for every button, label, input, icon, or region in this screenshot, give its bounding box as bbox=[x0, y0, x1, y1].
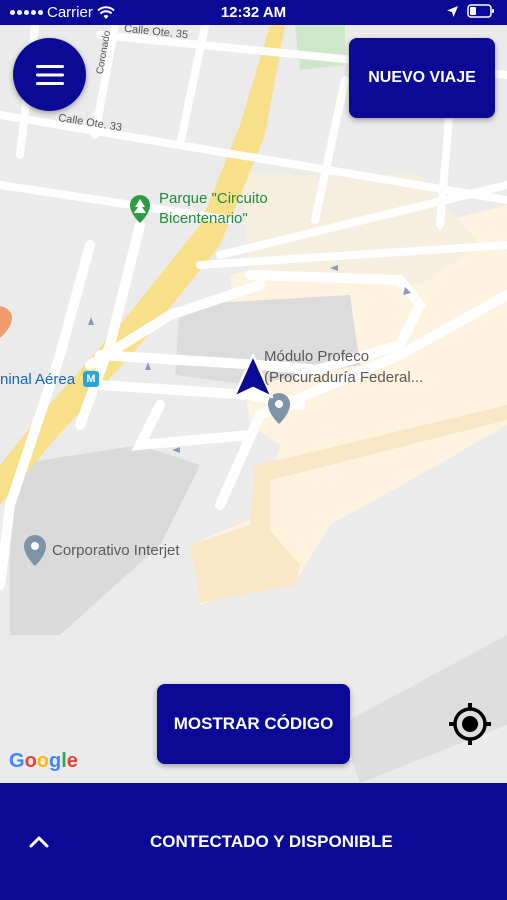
map-view[interactable]: Calle Ote. 35 Calle Ote. 33 Coronado Par… bbox=[0, 25, 507, 783]
road-arrow bbox=[145, 362, 151, 370]
locate-me-button[interactable] bbox=[446, 700, 494, 748]
status-right-group bbox=[446, 4, 495, 18]
chevron-up-icon[interactable] bbox=[28, 831, 50, 853]
clock: 12:32 AM bbox=[220, 4, 287, 21]
map-label-corporativo[interactable]: Corporativo Interjet bbox=[52, 542, 180, 559]
status-bar: Carrier 12:32 AM bbox=[0, 0, 507, 25]
google-logo-text: Google bbox=[9, 750, 78, 772]
nuevo-viaje-button[interactable]: NUEVO VIAJE bbox=[349, 38, 495, 118]
menu-button[interactable] bbox=[13, 38, 86, 111]
ramp-7 bbox=[131, 400, 255, 451]
park-area bbox=[295, 25, 345, 70]
street-vertical-4 bbox=[436, 101, 454, 229]
battery-icon bbox=[467, 4, 494, 18]
metro-icon: M bbox=[83, 371, 99, 387]
map-label-modulo-profeco-2[interactable]: (Procuraduría Federal... bbox=[264, 369, 423, 386]
road-arrow bbox=[88, 317, 94, 325]
map-label-parque[interactable]: Parque "Circuito bbox=[159, 190, 268, 207]
google-logo: Google bbox=[9, 750, 78, 773]
map-label-terminal[interactable]: ninal Aérea bbox=[0, 371, 75, 388]
map-canvas[interactable] bbox=[0, 25, 507, 783]
restaurant-pin-icon bbox=[0, 306, 12, 338]
park-pin-icon bbox=[130, 195, 150, 223]
hamburger-icon bbox=[35, 64, 64, 85]
crosshair-icon bbox=[449, 703, 491, 745]
connection-status-label: CONTECTADO Y DISPONIBLE bbox=[150, 832, 393, 851]
road-arrow bbox=[172, 447, 180, 453]
map-label-modulo-profeco[interactable]: Módulo Profeco bbox=[264, 348, 369, 365]
map-label-parque-2[interactable]: Bicentenario" bbox=[159, 210, 248, 227]
mostrar-codigo-button[interactable]: MOSTRAR CÓDIGO bbox=[157, 684, 350, 764]
location-arrow-icon bbox=[447, 5, 458, 17]
bottom-status-bar[interactable]: CONTECTADO Y DISPONIBLE bbox=[0, 783, 507, 900]
